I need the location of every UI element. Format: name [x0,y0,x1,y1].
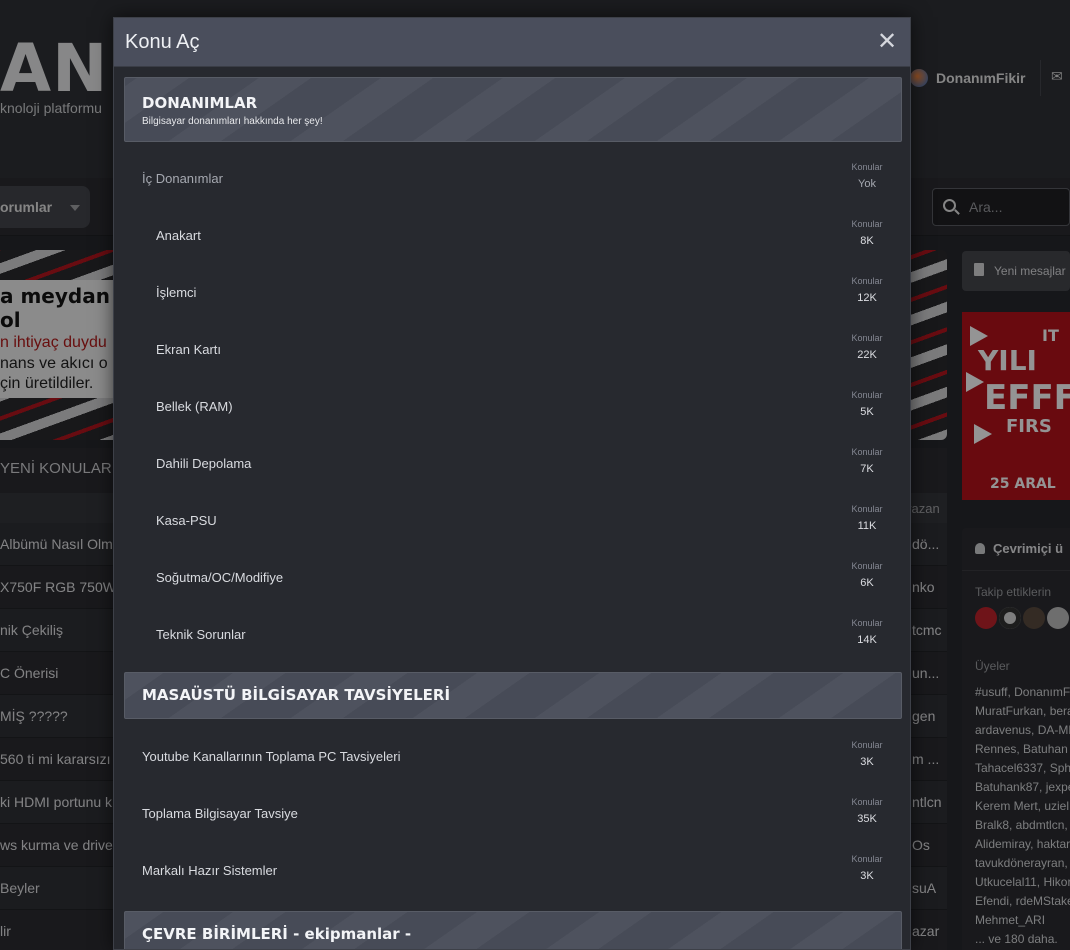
forum-node[interactable]: İşlemci Konular 12K [124,265,902,322]
forum-node[interactable]: Dahili Depolama Konular 7K [124,436,902,493]
category-description: Bilgisayar donanımları hakkında her şey! [142,116,323,127]
forum-node-stat-value: 35K [857,813,877,825]
forum-node-name[interactable]: Youtube Kanallarının Toplama PC Tavsiyel… [142,749,400,764]
forum-node-stat-label: Konular [851,447,883,457]
forum-node-stat-label: Konular [851,504,883,514]
forum-node-stat-label: Konular [851,162,883,172]
forum-node-stat-label: Konular [851,333,883,343]
forum-node-name[interactable]: Markalı Hazır Sistemler [142,863,277,878]
forum-node-stat-value: 3K [860,756,874,768]
category-header: DONANIMLAR Bilgisayar donanımları hakkınd… [124,77,902,142]
forum-node-stat-value: Yok [858,178,876,190]
category-header: MASAÜSTÜ BİLGİSAYAR TAVSİYELERİ [124,672,902,719]
forum-node-stat-label: Konular [851,740,883,750]
forum-node[interactable]: Kasa-PSU Konular 11K [124,493,902,550]
forum-node-name[interactable]: Kasa-PSU [156,513,217,528]
forum-node-stat-value: 11K [857,520,877,532]
forum-node-stat-value: 7K [860,463,874,475]
forum-node[interactable]: Bellek (RAM) Konular 5K [124,379,902,436]
forum-node-name[interactable]: Teknik Sorunlar [156,627,246,642]
category-title: ÇEVRE BİRİMLERİ - ekipmanlar - [142,925,412,943]
forum-list: DONANIMLAR Bilgisayar donanımları hakkınd… [114,68,910,949]
forum-node[interactable]: Markalı Hazır Sistemler Konular 3K [124,843,902,900]
forum-node-stat-label: Konular [851,854,883,864]
forum-node-stat-label: Konular [851,276,883,286]
modal-title: Konu Aç [125,31,200,53]
forum-node-stat-value: 12K [857,292,877,304]
forum-node-stat-value: 3K [860,870,874,882]
forum-node-name[interactable]: Dahili Depolama [156,456,251,471]
close-icon[interactable]: ✕ [875,29,899,53]
forum-node-stat-value: 8K [860,235,874,247]
forum-node-name[interactable]: Soğutma/OC/Modifiye [156,570,283,585]
forum-node-stat-label: Konular [851,561,883,571]
forum-node-name[interactable]: İç Donanımlar [142,171,223,186]
new-topic-modal: Konu Aç ✕ DONANIMLAR Bilgisayar donanımla… [113,17,911,950]
forum-node[interactable]: Youtube Kanallarının Toplama PC Tavsiyel… [124,729,902,786]
category-header: ÇEVRE BİRİMLERİ - ekipmanlar - [124,911,902,949]
forum-node[interactable]: Teknik Sorunlar Konular 14K [124,607,902,664]
forum-node-stat-value: 22K [857,349,877,361]
category-title: DONANIMLAR [142,94,258,112]
forum-node[interactable]: Anakart Konular 8K [124,208,902,265]
forum-node[interactable]: Toplama Bilgisayar Tavsiye Konular 35K [124,786,902,843]
category-title: MASAÜSTÜ BİLGİSAYAR TAVSİYELERİ [142,686,451,704]
forum-node-stat-value: 14K [857,634,877,646]
forum-node-name[interactable]: Anakart [156,228,201,243]
forum-node-name[interactable]: Bellek (RAM) [156,399,233,414]
forum-node[interactable]: Ekran Kartı Konular 22K [124,322,902,379]
modal-header: Konu Aç ✕ [114,18,910,67]
forum-node-stat-label: Konular [851,618,883,628]
forum-node-stat-value: 6K [860,577,874,589]
forum-node[interactable]: Soğutma/OC/Modifiye Konular 6K [124,550,902,607]
forum-node-stat-label: Konular [851,390,883,400]
forum-node-name[interactable]: İşlemci [156,285,196,300]
forum-node-name[interactable]: Ekran Kartı [156,342,221,357]
forum-node[interactable]: İç Donanımlar Konular Yok [124,151,902,208]
forum-node-stat-label: Konular [851,797,883,807]
forum-node-stat-value: 5K [860,406,874,418]
forum-node-stat-label: Konular [851,219,883,229]
forum-node-name[interactable]: Toplama Bilgisayar Tavsiye [142,806,298,821]
